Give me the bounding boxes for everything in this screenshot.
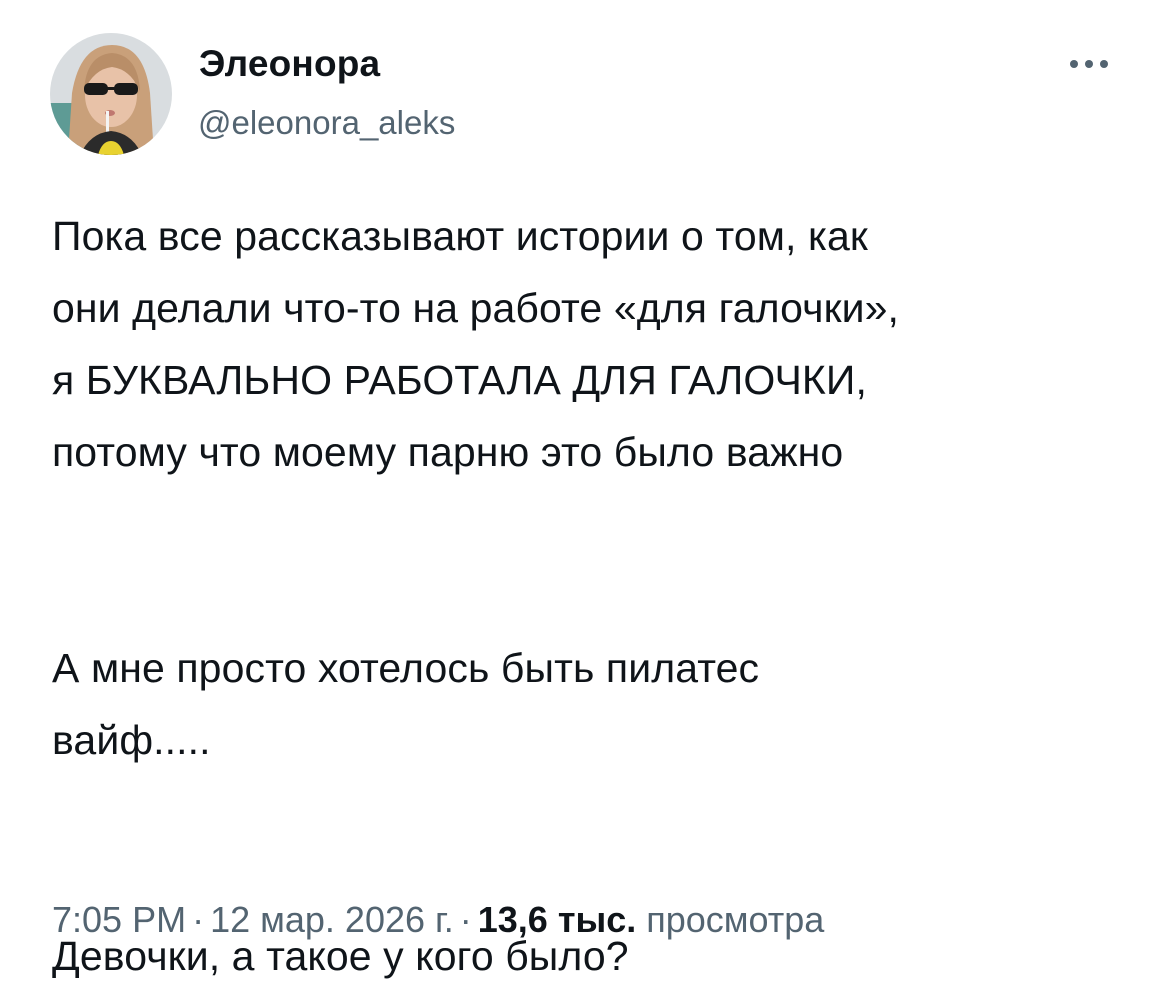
author-handle[interactable]: @eleonora_aleks [198,101,455,145]
more-horizontal-icon-dot [1100,60,1108,68]
tweet-date[interactable]: 12 мар. 2026 г. [210,899,454,940]
more-horizontal-icon [1070,60,1078,68]
views-count[interactable]: 13,6 тыс. [478,899,636,940]
more-options-button[interactable] [1052,42,1126,86]
author-display-name[interactable]: Элеонора [199,40,380,88]
meta-separator: · [192,899,205,940]
tweet: Элеонора @eleonora_aleks Пока все расска… [0,0,1170,987]
tweet-meta: 7:05 PM · 12 мар. 2026 г. · 13,6 тыс. просмо… [52,890,824,950]
meta-separator: · [459,899,472,940]
tweet-paragraph: Пока все рассказывают истории о том, как… [52,213,900,475]
tweet-time[interactable]: 7:05 PM [52,899,186,940]
views-label[interactable]: просмотра [646,899,824,940]
more-horizontal-icon-dot [1085,60,1093,68]
tweet-paragraph: А мне просто хотелось быть пилатес вайф.… [52,645,760,763]
tweet-text: Пока все рассказывают истории о том, как… [52,200,1142,992]
author-avatar[interactable] [50,33,172,155]
avatar-photo-icon [50,33,172,155]
